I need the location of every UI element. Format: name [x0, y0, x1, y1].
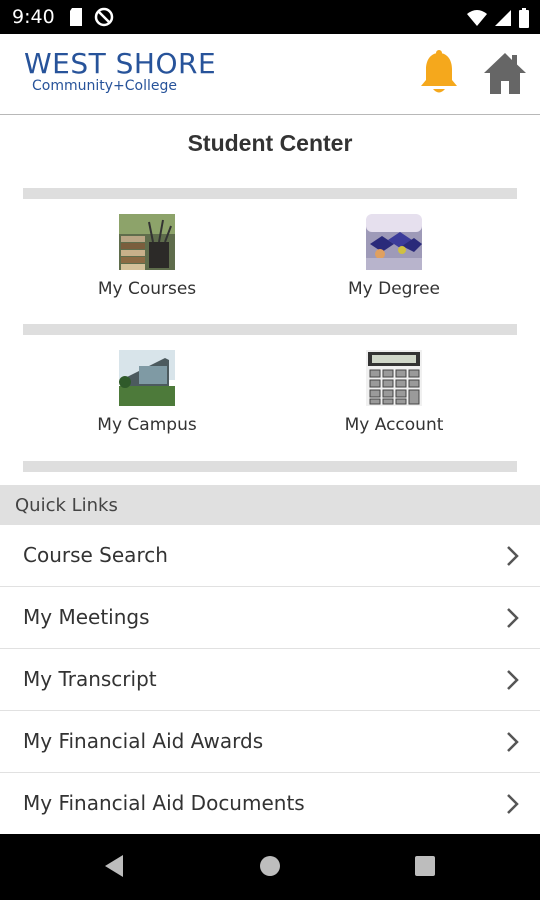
tile-label: My Account — [344, 415, 444, 435]
tile-label: My Degree — [347, 279, 440, 299]
books-image — [119, 214, 175, 270]
college-logo[interactable]: WEST SHORE Community+College — [24, 47, 217, 95]
quick-link-my-transcript[interactable]: My Transcript — [0, 649, 540, 711]
home-button-icon[interactable] — [259, 854, 281, 878]
recents-icon[interactable] — [414, 854, 436, 878]
divider — [23, 324, 517, 335]
wifi-icon — [467, 10, 487, 26]
divider — [23, 188, 517, 199]
tile-label: My Campus — [97, 415, 197, 435]
campus-building-image — [119, 350, 175, 406]
quick-links-list: Course Search My Meetings My Transcript … — [0, 525, 540, 835]
chevron-right-icon — [507, 794, 519, 814]
chevron-right-icon — [507, 732, 519, 752]
no-disturb-icon — [94, 7, 114, 27]
quick-links-title: Quick Links — [15, 495, 118, 516]
tile-label: My Courses — [97, 279, 197, 299]
back-icon[interactable] — [103, 854, 125, 878]
chevron-right-icon — [507, 546, 519, 566]
logo-line1: WEST SHORE — [24, 47, 217, 80]
quick-link-financial-aid-documents[interactable]: My Financial Aid Documents — [0, 773, 540, 835]
list-item-label: My Financial Aid Awards — [23, 729, 264, 753]
quick-link-course-search[interactable]: Course Search — [0, 525, 540, 587]
tile-my-degree[interactable]: My Degree — [294, 214, 494, 299]
navigation-bar — [0, 834, 540, 900]
list-item-label: My Financial Aid Documents — [23, 791, 305, 815]
tile-my-account[interactable]: My Account — [294, 350, 494, 435]
sd-card-icon — [70, 8, 82, 26]
list-item-label: My Transcript — [23, 667, 157, 691]
quick-link-my-meetings[interactable]: My Meetings — [0, 587, 540, 649]
calculator-image — [366, 350, 422, 406]
chevron-right-icon — [507, 608, 519, 628]
logo-line2: Community+College — [32, 78, 177, 94]
divider — [23, 461, 517, 472]
signal-icon — [495, 10, 511, 26]
quick-link-financial-aid-awards[interactable]: My Financial Aid Awards — [0, 711, 540, 773]
status-time: 9:40 — [12, 6, 55, 28]
status-bar: 9:40 — [0, 0, 540, 34]
tile-my-campus[interactable]: My Campus — [47, 350, 247, 435]
list-item-label: Course Search — [23, 543, 168, 567]
quick-links-header: Quick Links — [0, 485, 540, 525]
tile-my-courses[interactable]: My Courses — [47, 214, 247, 299]
home-icon[interactable] — [482, 50, 528, 96]
page-title: Student Center — [187, 130, 353, 156]
list-item-label: My Meetings — [23, 605, 150, 629]
bell-icon[interactable] — [418, 50, 460, 96]
battery-icon — [519, 8, 529, 28]
graduation-image — [366, 214, 422, 270]
app-header: WEST SHORE Community+College — [0, 34, 540, 115]
chevron-right-icon — [507, 670, 519, 690]
